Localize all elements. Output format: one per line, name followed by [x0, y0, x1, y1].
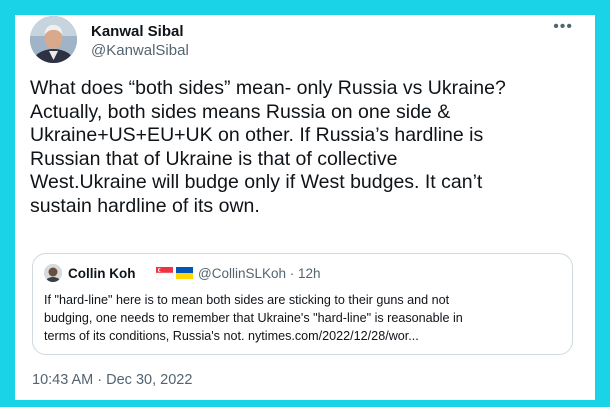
flags-icon — [156, 267, 193, 280]
quoted-avatar-image — [44, 264, 62, 282]
quoted-text: If "hard-line" here is to mean both side… — [44, 293, 463, 343]
quoted-author-name: Collin Koh — [68, 266, 136, 281]
tweet-timestamp[interactable]: 10:43 AM · Dec 30, 2022 — [32, 372, 192, 388]
quoted-author-avatar — [44, 264, 62, 282]
quoted-handle-time: @CollinSLKoh · 12h — [198, 266, 321, 281]
singapore-flag-icon — [156, 267, 174, 280]
tweet-text: What does “both sides” mean- only Russia… — [30, 77, 506, 217]
author-handle[interactable]: @KanwalSibal — [91, 42, 189, 59]
more-horizontal-icon[interactable]: ••• — [553, 18, 573, 36]
author-avatar[interactable] — [30, 16, 77, 63]
author-name[interactable]: Kanwal Sibal — [91, 23, 184, 40]
avatar-image — [30, 16, 77, 63]
ukraine-flag-icon — [176, 267, 193, 279]
quoted-tweet[interactable]: Collin Koh @CollinSLKoh · 12h If "hard-l… — [32, 253, 573, 355]
tweet-card: Kanwal Sibal @KanwalSibal ••• What does … — [15, 15, 595, 400]
